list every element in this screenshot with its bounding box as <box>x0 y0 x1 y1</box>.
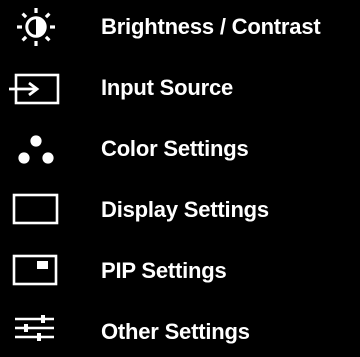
menu-item-color-settings[interactable]: Color Settings <box>0 124 360 174</box>
menu-item-other-settings[interactable]: Other Settings <box>0 307 360 357</box>
display-settings-icon <box>4 187 64 233</box>
brightness-contrast-icon <box>4 4 64 50</box>
menu-item-label: Other Settings <box>101 319 250 344</box>
pip-settings-icon <box>4 248 64 294</box>
other-settings-icon <box>4 309 64 355</box>
menu-item-label: PIP Settings <box>101 258 227 283</box>
menu-item-display-settings[interactable]: Display Settings <box>0 185 360 235</box>
input-source-icon <box>4 65 64 111</box>
menu-item-label: Input Source <box>101 75 234 100</box>
osd-menu: Brightness / Contrast Input Source Color… <box>0 0 360 347</box>
menu-item-pip-settings[interactable]: PIP Settings <box>0 246 360 296</box>
color-settings-icon <box>4 126 64 172</box>
menu-item-label: Brightness / Contrast <box>101 14 321 39</box>
menu-item-brightness-contrast[interactable]: Brightness / Contrast <box>0 2 360 52</box>
menu-item-input-source[interactable]: Input Source <box>0 63 360 113</box>
menu-item-label: Color Settings <box>101 136 249 161</box>
menu-item-label: Display Settings <box>101 197 269 222</box>
